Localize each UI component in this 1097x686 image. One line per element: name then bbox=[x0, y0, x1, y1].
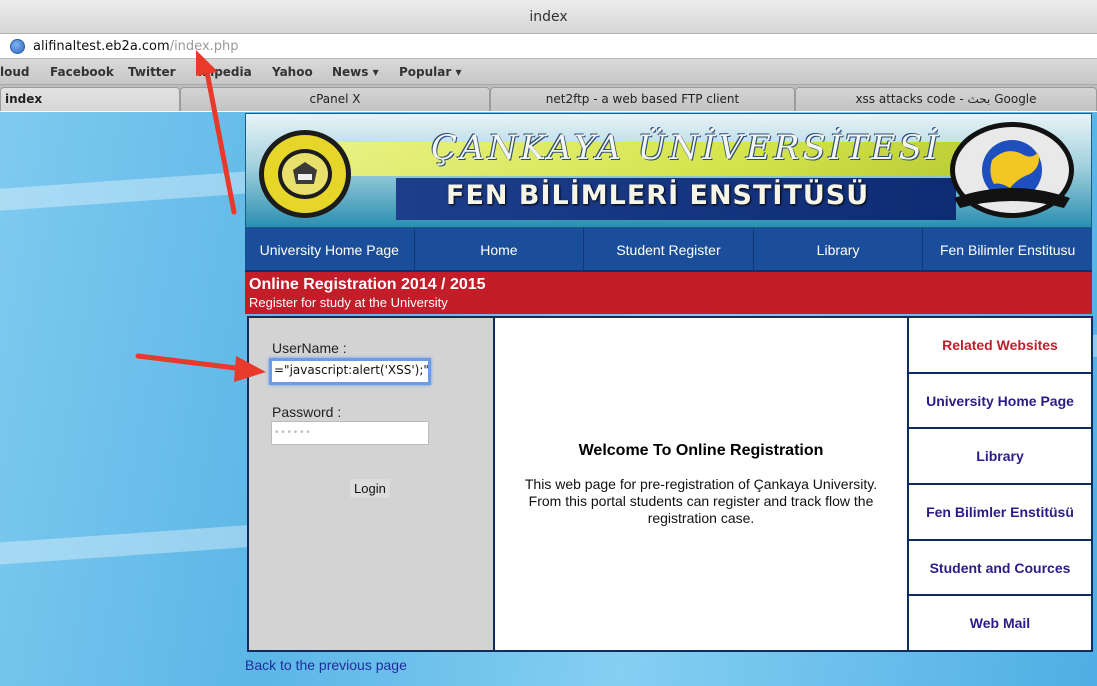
bookmark-news-menu[interactable]: News ▾ bbox=[332, 59, 379, 85]
browser-window: index alifinaltest.eb2a.com/index.php lo… bbox=[0, 0, 1097, 686]
username-input[interactable]: ="javascript:alert('XSS');"> bbox=[269, 358, 431, 385]
welcome-description: This web page for pre-registration of Ça… bbox=[524, 476, 878, 526]
tab-net2ftp[interactable]: net2ftp - a web based FTP client bbox=[490, 87, 795, 111]
main-nav: University Home Page Home Student Regist… bbox=[245, 228, 1092, 272]
welcome-title: Welcome To Online Registration bbox=[578, 442, 824, 459]
tab-index[interactable]: index bbox=[0, 87, 180, 111]
password-label: Password : bbox=[272, 404, 342, 420]
tab-cpanel[interactable]: cPanel X bbox=[180, 87, 490, 111]
username-label: UserName : bbox=[272, 340, 347, 356]
nav-home[interactable]: Home bbox=[415, 228, 585, 270]
registration-subtitle: Register for study at the University bbox=[249, 295, 448, 310]
window-title: index bbox=[0, 0, 1097, 34]
related-link-library[interactable]: Library bbox=[909, 429, 1091, 486]
related-websites-panel: Related Websites University Home Page Li… bbox=[909, 318, 1091, 650]
related-link-web-mail[interactable]: Web Mail bbox=[909, 596, 1091, 650]
login-panel: UserName : ="javascript:alert('XSS');"> … bbox=[249, 318, 493, 650]
registration-title: Online Registration 2014 / 2015 bbox=[249, 276, 486, 293]
bookmarks-bar: loud Facebook Twitter ikipedia Yahoo New… bbox=[0, 59, 1097, 85]
bookmark-twitter[interactable]: Twitter bbox=[128, 59, 176, 85]
url-text[interactable]: alifinaltest.eb2a.com/index.php bbox=[33, 34, 239, 59]
nav-fen-bilimler-enstitusu[interactable]: Fen Bilimler Enstitusu bbox=[923, 228, 1092, 270]
banner-university-name: ÇANKAYA ÜNİVERSİTESİ bbox=[431, 128, 942, 168]
related-link-fen-bilimler-enstitusu[interactable]: Fen Bilimler Enstitüsü bbox=[909, 485, 1091, 541]
password-input[interactable]: •••••• bbox=[271, 421, 429, 445]
nav-library[interactable]: Library bbox=[754, 228, 924, 270]
bookmark-wikipedia[interactable]: ikipedia bbox=[198, 59, 252, 85]
tab-bar: index cPanel X net2ftp - a web based FTP… bbox=[0, 85, 1097, 111]
related-websites-heading: Related Websites bbox=[909, 318, 1091, 374]
nav-university-home-page[interactable]: University Home Page bbox=[245, 228, 415, 270]
address-bar[interactable]: alifinaltest.eb2a.com/index.php bbox=[0, 34, 1097, 59]
institute-seal-logo bbox=[950, 122, 1074, 218]
content-area: UserName : ="javascript:alert('XSS');"> … bbox=[247, 316, 1093, 652]
university-seal-logo bbox=[259, 130, 351, 218]
url-host: alifinaltest.eb2a.com bbox=[33, 39, 170, 54]
site-banner: ÇANKAYA ÜNİVERSİTESİ FEN BİLİMLERİ ENSTİ… bbox=[245, 113, 1092, 228]
url-path: /index.php bbox=[169, 39, 239, 54]
bookmark-popular-menu[interactable]: Popular ▾ bbox=[399, 59, 462, 85]
related-link-university-home-page[interactable]: University Home Page bbox=[909, 374, 1091, 430]
bookmark-yahoo[interactable]: Yahoo bbox=[272, 59, 313, 85]
back-to-previous-page-link[interactable]: Back to the previous page bbox=[245, 657, 407, 673]
welcome-panel: Welcome To Online Registration This web … bbox=[495, 318, 907, 650]
registration-header: Online Registration 2014 / 2015 Register… bbox=[245, 272, 1092, 314]
banner-institute-name: FEN BİLİMLERİ ENSTİTÜSÜ bbox=[446, 180, 870, 211]
login-button[interactable]: Login bbox=[350, 479, 390, 498]
related-link-student-and-cources[interactable]: Student and Cources bbox=[909, 541, 1091, 597]
nav-student-register[interactable]: Student Register bbox=[584, 228, 754, 270]
bookmark-icloud[interactable]: loud bbox=[0, 59, 30, 85]
globe-icon bbox=[10, 39, 25, 54]
tab-google-search[interactable]: xss attacks code - بحث Google bbox=[795, 87, 1097, 111]
bookmark-facebook[interactable]: Facebook bbox=[50, 59, 114, 85]
